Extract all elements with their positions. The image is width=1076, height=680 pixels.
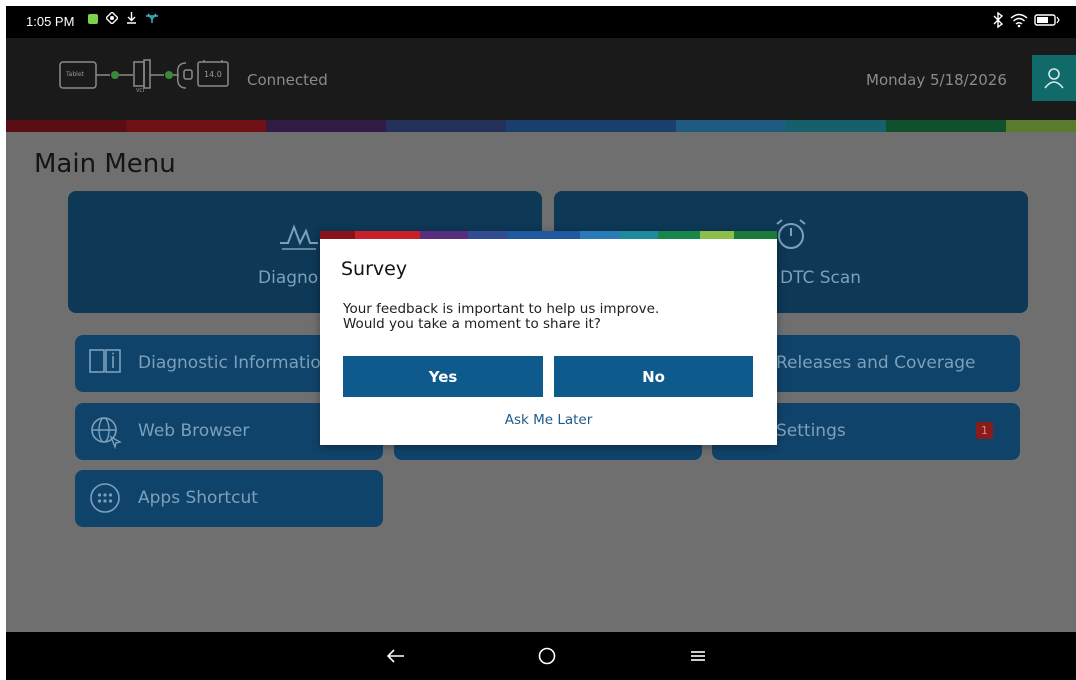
globe-icon: [91, 417, 122, 449]
brand-color-strip: [6, 120, 1076, 132]
apps-grid-icon: [90, 483, 120, 513]
vci-label: VCI: [136, 88, 145, 94]
location-icon: [105, 11, 119, 28]
tile-web-browser-label: Web Browser: [138, 421, 250, 441]
app-header: Tablet VCI 14.0 Connected Monday 5/18/20…: [6, 38, 1076, 120]
status-time: 1:05 PM: [26, 14, 75, 29]
stopwatch-icon: [776, 219, 806, 249]
yes-button[interactable]: Yes: [343, 356, 543, 397]
survey-dialog: Survey Your feedback is important to hel…: [320, 231, 777, 445]
no-button[interactable]: No: [554, 356, 753, 397]
system-status-bar: 1:05 PM: [6, 6, 1076, 38]
tile-releases-label: Releases and Coverage: [776, 353, 976, 373]
dialog-message-line-1: Your feedback is important to help us im…: [343, 301, 660, 317]
back-arrow-icon: [386, 649, 404, 663]
tile-apps-shortcut[interactable]: Apps Shortcut: [75, 470, 383, 527]
tile-diagnostic-information-label: Diagnostic Informatio: [138, 353, 321, 373]
ask-me-later-link[interactable]: Ask Me Later: [320, 412, 777, 428]
menu-button[interactable]: [678, 640, 718, 672]
dialog-message-line-2: Would you take a moment to share it?: [343, 316, 601, 332]
user-icon: [1044, 68, 1064, 89]
menu-icon: [691, 651, 705, 661]
connection-status: Connected: [247, 71, 328, 89]
battery-icon: [1034, 13, 1060, 31]
user-profile-button[interactable]: [1032, 55, 1076, 101]
home-button[interactable]: [527, 640, 567, 672]
cast-icon: [145, 12, 159, 28]
back-button[interactable]: [376, 640, 416, 672]
bluetooth-icon: [992, 11, 1004, 32]
vci-connection-diagram[interactable]: Tablet VCI 14.0: [58, 58, 238, 98]
tablet-screen: 1:05 PM Tablet VCI 14.0 Connected Monday…: [6, 6, 1076, 680]
page-title: Main Menu: [34, 149, 176, 179]
wifi-icon: [1010, 12, 1028, 32]
tile-settings-label: Settings: [776, 421, 846, 441]
header-date: Monday 5/18/2026: [866, 71, 1007, 89]
dialog-title: Survey: [341, 258, 408, 280]
download-icon: [126, 12, 137, 28]
waveform-icon: [280, 224, 318, 250]
tile-dtc-scan-label: DTC Scan: [780, 268, 862, 288]
settings-notification-badge: 1: [976, 422, 993, 439]
system-nav-bar: [6, 632, 1076, 680]
tile-diagnostics-label: Diagno: [258, 268, 319, 288]
dialog-brand-strip: [320, 231, 777, 239]
info-book-icon: [89, 349, 121, 373]
dialog-message: Your feedback is important to help us im…: [343, 302, 763, 332]
tile-apps-shortcut-label: Apps Shortcut: [138, 488, 258, 508]
notification-app-icon: [88, 13, 98, 28]
home-circle-icon: [538, 647, 556, 665]
vci-tablet-label: Tablet: [66, 71, 84, 78]
battery-voltage: 14.0: [204, 70, 222, 79]
